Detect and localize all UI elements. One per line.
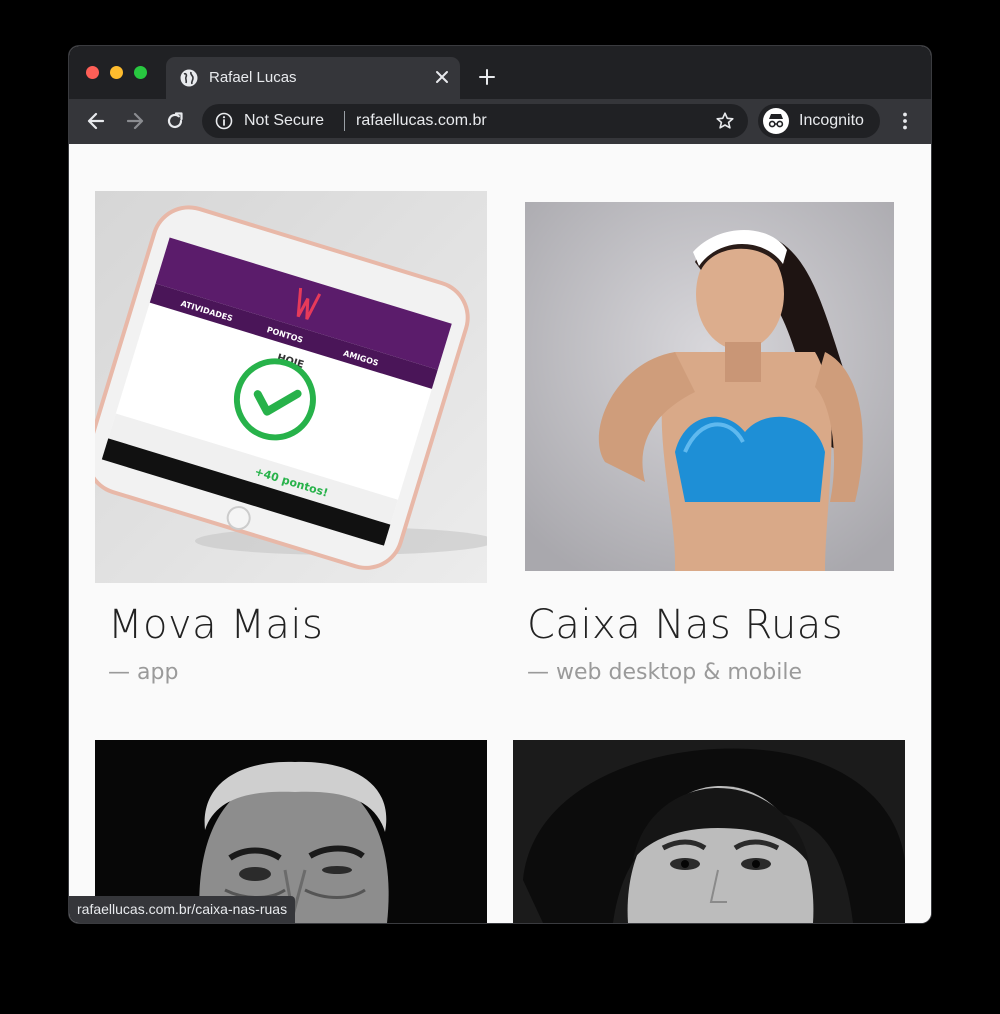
- project-image-caixa-nas-ruas[interactable]: [525, 202, 894, 571]
- zoom-window-button[interactable]: [134, 66, 147, 79]
- star-icon[interactable]: [715, 111, 735, 131]
- project-title-mova-mais[interactable]: Mova Mais: [108, 602, 323, 648]
- tab-title: Rafael Lucas: [209, 69, 297, 86]
- project-subtitle-caixa-nas-ruas: — web desktop & mobile: [527, 660, 802, 685]
- forward-icon[interactable]: [125, 111, 145, 131]
- incognito-icon: [768, 114, 784, 128]
- tab-strip: Rafael Lucas: [69, 46, 931, 99]
- toolbar: Not Secure rafaellucas.com.br Incognito: [69, 99, 931, 144]
- more-vert-icon[interactable]: [895, 111, 915, 131]
- reload-icon[interactable]: [165, 111, 185, 131]
- plus-icon[interactable]: [478, 68, 496, 86]
- globe-icon: [180, 69, 198, 87]
- security-label[interactable]: Not Secure: [244, 112, 324, 130]
- back-icon[interactable]: [86, 111, 106, 131]
- browser-window: Rafael Lucas Not Secure rafaellucas.com.…: [69, 46, 931, 923]
- address-bar[interactable]: Not Secure rafaellucas.com.br: [202, 104, 748, 138]
- page-content: ATIVIDADES PONTOS AMIGOS HOJE +40 pontos…: [69, 144, 931, 923]
- status-bubble-url: rafaellucas.com.br/caixa-nas-ruas: [69, 896, 296, 923]
- incognito-chip[interactable]: Incognito: [758, 104, 880, 138]
- url-text[interactable]: rafaellucas.com.br: [356, 112, 487, 130]
- close-window-button[interactable]: [86, 66, 99, 79]
- project-subtitle-mova-mais: — app: [108, 660, 179, 685]
- omnibox-divider: [344, 111, 345, 131]
- close-icon[interactable]: [434, 69, 450, 85]
- avatar: [763, 108, 789, 134]
- tab-active[interactable]: Rafael Lucas: [166, 57, 460, 99]
- incognito-label: Incognito: [799, 112, 864, 129]
- project-title-caixa-nas-ruas[interactable]: Caixa Nas Ruas: [527, 602, 843, 648]
- project-image-mova-mais[interactable]: ATIVIDADES PONTOS AMIGOS HOJE +40 pontos…: [95, 191, 487, 583]
- project-image-portrait-woman[interactable]: [513, 740, 905, 923]
- bw-portrait-woman: [513, 740, 905, 923]
- athlete-photo: [525, 202, 894, 571]
- info-icon[interactable]: [215, 112, 233, 130]
- minimize-window-button[interactable]: [110, 66, 123, 79]
- phone-mockup-illustration: ATIVIDADES PONTOS AMIGOS HOJE +40 pontos…: [95, 191, 487, 583]
